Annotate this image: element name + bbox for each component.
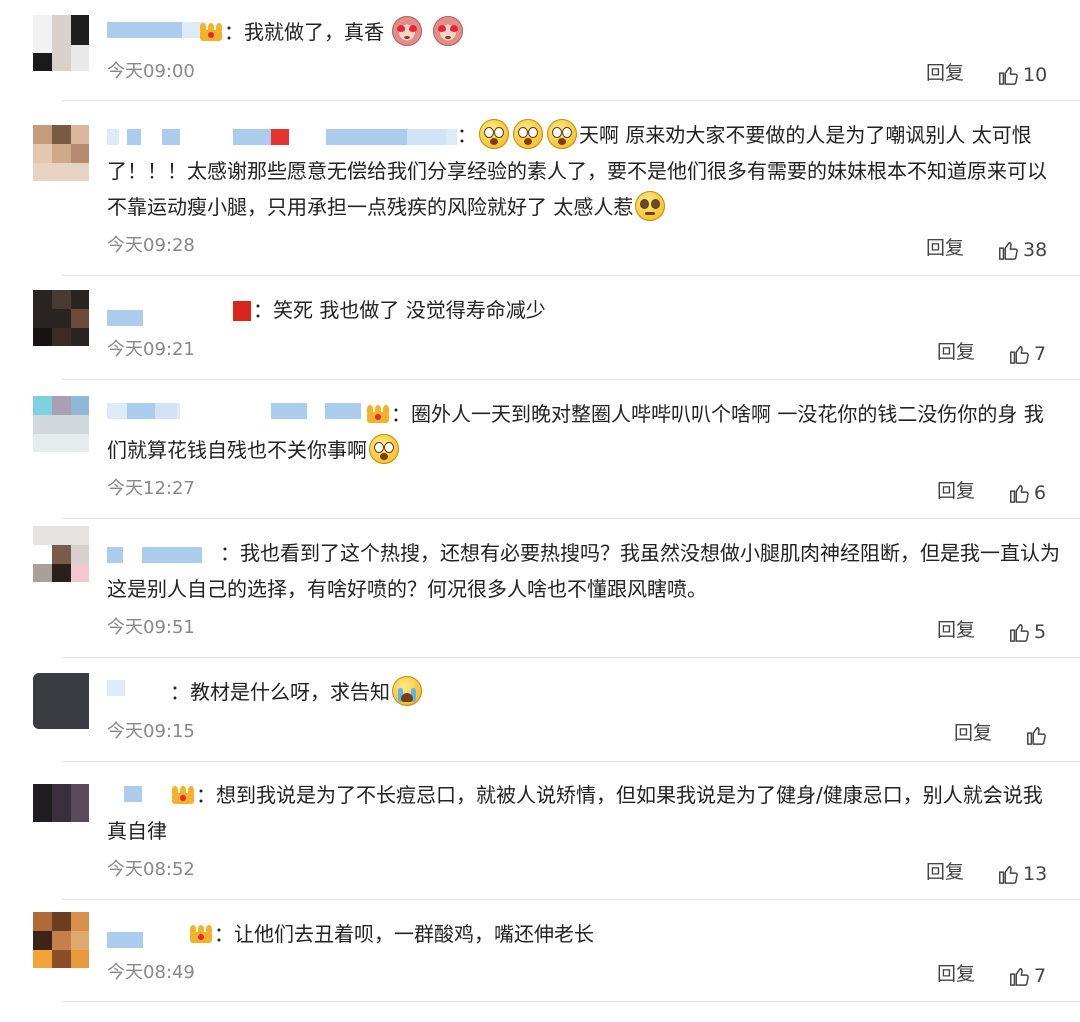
like-button[interactable]: 6 bbox=[1008, 479, 1046, 507]
like-count: 7 bbox=[1034, 343, 1047, 365]
avatar[interactable] bbox=[33, 526, 89, 582]
crown-icon bbox=[200, 23, 222, 41]
like-button[interactable]: 5 bbox=[1008, 618, 1046, 646]
monkey-emoji-icon bbox=[432, 16, 463, 46]
comment-time: 今天09:00 bbox=[107, 61, 195, 82]
comment-text: 笑死 我也做了 没觉得寿命减少 bbox=[273, 298, 546, 322]
like-count: 7 bbox=[1034, 965, 1047, 987]
reply-button[interactable]: 回复 bbox=[926, 860, 964, 884]
avatar[interactable] bbox=[33, 673, 89, 729]
shocked-emoji-icon bbox=[369, 434, 399, 464]
shocked-emoji-icon bbox=[513, 119, 543, 149]
comment-time: 今天08:52 bbox=[107, 859, 195, 880]
reply-button[interactable]: 回复 bbox=[937, 618, 975, 642]
divider bbox=[62, 518, 1080, 519]
like-count: 6 bbox=[1034, 482, 1047, 504]
thumbs-up-icon bbox=[1027, 726, 1046, 745]
username-redacted[interactable] bbox=[107, 928, 147, 952]
comment-text: 教材是什么呀，求告知 bbox=[190, 680, 390, 704]
divider bbox=[62, 899, 1080, 900]
divider bbox=[62, 100, 1080, 101]
crying-emoji-icon bbox=[392, 676, 422, 706]
monkey-emoji-icon bbox=[392, 16, 423, 46]
comment-time: 今天12:27 bbox=[107, 478, 195, 499]
thumbs-up-icon bbox=[999, 865, 1018, 884]
avatar[interactable] bbox=[33, 912, 89, 968]
like-button[interactable]: 7 bbox=[1008, 962, 1046, 990]
like-button[interactable] bbox=[1025, 721, 1051, 749]
thumbs-up-icon bbox=[1010, 967, 1029, 986]
reply-button[interactable]: 回复 bbox=[926, 236, 964, 260]
like-count: 13 bbox=[1023, 863, 1048, 885]
comment-time: 今天09:28 bbox=[107, 235, 195, 256]
divider bbox=[62, 379, 1080, 380]
crown-icon bbox=[190, 925, 212, 943]
reply-button[interactable]: 回复 bbox=[926, 61, 964, 85]
like-button[interactable]: 38 bbox=[997, 236, 1047, 264]
comment-time: 今天09:21 bbox=[107, 339, 195, 360]
thumbs-up-icon bbox=[999, 241, 1018, 260]
thumbs-up-icon bbox=[1010, 345, 1029, 364]
comment-body: ：笑死 我也做了 没觉得寿命减少 bbox=[233, 292, 1060, 328]
crown-icon bbox=[367, 405, 389, 423]
comment-text: 圈外人一天到晚对整圈人哔哔叭叭个啥啊 一没花你的钱二没伤你的身 我们就算花钱自残… bbox=[107, 402, 1044, 462]
divider bbox=[62, 657, 1080, 658]
thumbs-up-icon bbox=[1010, 484, 1029, 503]
crown-icon bbox=[172, 786, 194, 804]
username-redacted[interactable] bbox=[107, 306, 147, 330]
like-count: 10 bbox=[1023, 64, 1048, 86]
comment-body: ：我也看到了这个热搜，还想有必要热搜吗？我虽然没想做小腿肌肉神经阻断，但是我一直… bbox=[107, 541, 1060, 601]
like-button[interactable]: 10 bbox=[997, 61, 1047, 89]
reply-button[interactable]: 回复 bbox=[937, 340, 975, 364]
like-button[interactable]: 13 bbox=[997, 860, 1047, 888]
reply-button[interactable]: 回复 bbox=[937, 962, 975, 986]
comment-body: ：教材是什么呀，求告知 bbox=[170, 674, 1060, 710]
avatar[interactable] bbox=[33, 15, 89, 71]
comment-body: ：天啊 原来劝大家不要做的人是为了嘲讽别人 太可恨了！！！太感谢那些愿意无偿给我… bbox=[107, 117, 1060, 225]
like-button[interactable]: 7 bbox=[1008, 340, 1046, 368]
divider bbox=[62, 275, 1080, 276]
comment-text: 我也看到了这个热搜，还想有必要热搜吗？我虽然没想做小腿肌肉神经阻断，但是我一直认… bbox=[107, 541, 1060, 601]
reply-button[interactable]: 回复 bbox=[937, 479, 975, 503]
comment-text: 天啊 原来劝大家不要做的人是为了嘲讽别人 太可恨了！！！太感谢那些愿意无偿给我们… bbox=[107, 123, 1047, 219]
thumbs-up-icon bbox=[1010, 623, 1029, 642]
avatar[interactable] bbox=[33, 396, 89, 452]
comment-time: 今天09:51 bbox=[107, 617, 195, 638]
divider bbox=[62, 1001, 1080, 1002]
comment-body: ：圈外人一天到晚对整圈人哔哔叭叭个啥啊 一没花你的钱二没伤你的身 我们就算花钱自… bbox=[107, 402, 1044, 464]
avatar[interactable] bbox=[33, 290, 89, 346]
reply-button[interactable]: 回复 bbox=[954, 721, 992, 745]
like-count: 5 bbox=[1034, 621, 1047, 643]
pleading-emoji-icon bbox=[635, 191, 666, 221]
comment-body: ：想到我说是为了不长痘忌口，就被人说矫情，但如果我说是为了健身/健康忌口，别人就… bbox=[107, 783, 1043, 843]
thumbs-up-icon bbox=[999, 66, 1018, 85]
comment-text: 让他们去丑着呗，一群酸鸡，嘴还伸老长 bbox=[234, 922, 594, 946]
comment-body: ：让他们去丑着呗，一群酸鸡，嘴还伸老长 bbox=[190, 916, 1060, 952]
username-redacted[interactable] bbox=[107, 676, 147, 700]
comment-time: 今天08:49 bbox=[107, 962, 195, 983]
shocked-emoji-icon bbox=[547, 119, 577, 149]
shocked-emoji-icon bbox=[479, 119, 509, 149]
comment-text: 想到我说是为了不长痘忌口，就被人说矫情，但如果我说是为了健身/健康忌口，别人就会… bbox=[107, 783, 1043, 843]
comment-text: 我就做了，真香 bbox=[244, 20, 384, 44]
comment-body: ：我就做了，真香 bbox=[200, 14, 1060, 50]
username-redacted[interactable] bbox=[107, 18, 207, 42]
avatar[interactable] bbox=[33, 784, 89, 840]
avatar[interactable] bbox=[33, 125, 89, 181]
flag-badge-icon bbox=[233, 301, 251, 321]
divider bbox=[62, 761, 1080, 762]
comment-time: 今天09:15 bbox=[107, 721, 195, 742]
like-count: 38 bbox=[1023, 239, 1048, 261]
